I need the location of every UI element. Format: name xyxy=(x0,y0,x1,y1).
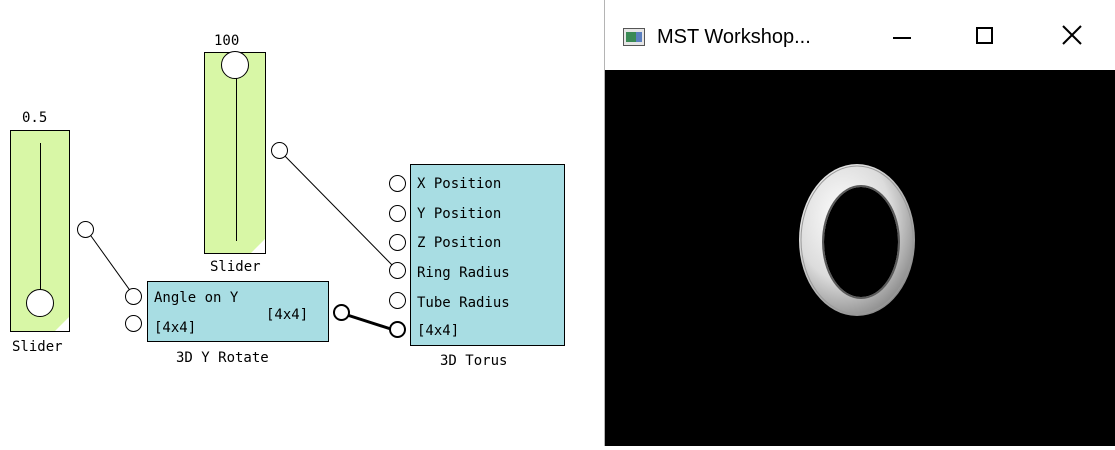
close-button[interactable] xyxy=(1045,0,1105,70)
torus-input-label: [4x4] xyxy=(417,323,460,339)
block-diagram-canvas[interactable]: 0.5 Slider 100 Slider Angle on Y [4x4] [… xyxy=(0,0,604,446)
resize-corner-icon[interactable] xyxy=(251,239,265,253)
torus-input-port-ring-radius[interactable] xyxy=(389,262,406,279)
rotate-input-label: [4x4] xyxy=(154,320,197,336)
torus-input-port-z[interactable] xyxy=(389,234,406,251)
wire-slider-to-ring-radius xyxy=(279,150,398,271)
rotate-input-port-angle[interactable] xyxy=(125,288,142,305)
torus-input-label: X Position xyxy=(417,176,502,192)
render-viewport xyxy=(605,70,1115,446)
slider-knob[interactable] xyxy=(221,51,249,79)
maximize-button[interactable] xyxy=(955,0,1015,70)
slider-top-output-port[interactable] xyxy=(271,142,288,159)
torus-input-port-y[interactable] xyxy=(389,205,406,222)
rotate-input-port-matrix[interactable] xyxy=(125,315,142,332)
slider-left-output-port[interactable] xyxy=(77,221,94,238)
window-titlebar[interactable]: MST Workshop... xyxy=(605,0,1115,70)
torus-block-caption: 3D Torus xyxy=(440,353,508,369)
rotate-output-label: [4x4] xyxy=(266,307,309,323)
torus-block[interactable]: X Position Y Position Z Position Ring Ra… xyxy=(410,164,565,346)
slider-top-value: 100 xyxy=(214,33,240,49)
slider-knob[interactable] xyxy=(26,289,54,317)
slider-track xyxy=(40,143,41,311)
resize-corner-icon[interactable] xyxy=(55,317,69,331)
torus-input-port-matrix[interactable] xyxy=(389,321,406,338)
window-title: MST Workshop... xyxy=(657,26,811,48)
slider-left-caption: Slider xyxy=(12,339,63,355)
slider-left[interactable] xyxy=(10,130,70,332)
slider-top-caption: Slider xyxy=(210,259,261,275)
wire-slider-to-angle xyxy=(85,228,135,297)
torus-input-label: Ring Radius xyxy=(417,265,510,281)
rotate-input-label: Angle on Y xyxy=(154,290,239,306)
rotate-output-port[interactable] xyxy=(333,304,350,321)
slider-left-value: 0.5 xyxy=(22,110,48,126)
torus-input-label: Y Position xyxy=(417,206,502,222)
slider-track xyxy=(236,67,237,241)
rotate-block-caption: 3D Y Rotate xyxy=(176,350,269,366)
slider-top[interactable] xyxy=(204,51,266,254)
torus-render xyxy=(799,164,915,316)
app-window-icon xyxy=(623,28,645,46)
torus-input-port-x[interactable] xyxy=(389,175,406,192)
minimize-icon xyxy=(893,37,911,39)
minimize-button[interactable] xyxy=(873,0,933,70)
torus-input-label: Tube Radius xyxy=(417,295,510,311)
torus-input-port-tube-radius[interactable] xyxy=(389,292,406,309)
maximize-icon xyxy=(976,27,993,44)
rotate-block[interactable]: Angle on Y [4x4] [4x4] xyxy=(147,281,329,342)
output-window[interactable]: MST Workshop... xyxy=(604,0,1115,446)
close-icon xyxy=(1062,25,1082,45)
torus-input-label: Z Position xyxy=(417,235,502,251)
